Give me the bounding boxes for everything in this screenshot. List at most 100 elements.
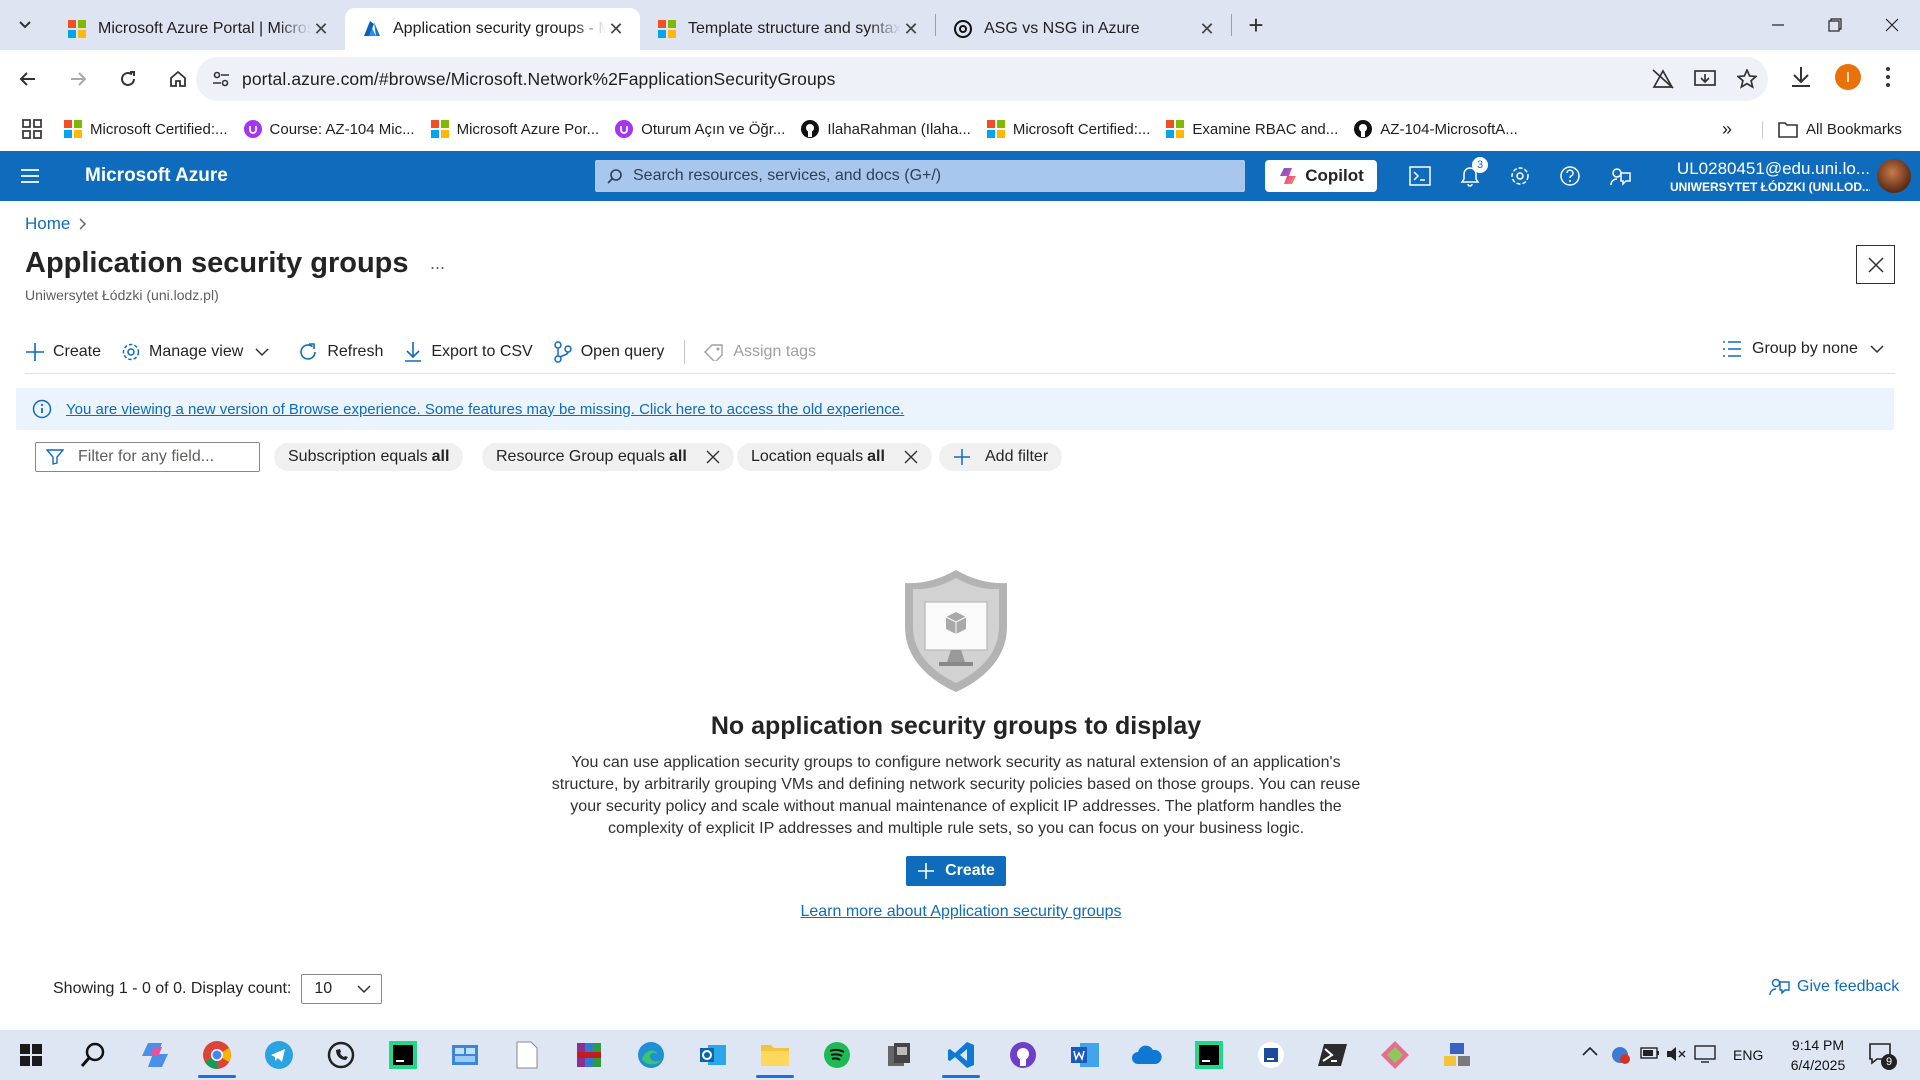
refresh-command[interactable]: Refresh bbox=[297, 341, 383, 363]
assign-tags-command[interactable]: Assign tags bbox=[703, 343, 816, 361]
cloud-shell-icon[interactable] bbox=[1407, 163, 1433, 189]
browser-tab[interactable]: Template structure and syntax - Azure ✕ bbox=[640, 8, 935, 50]
clock[interactable]: 9:14 PM 6/4/2025 bbox=[1782, 1035, 1854, 1075]
give-feedback-link[interactable]: Give feedback bbox=[1769, 977, 1899, 997]
restore-button[interactable] bbox=[1806, 0, 1863, 50]
close-tab-icon[interactable]: ✕ bbox=[606, 19, 626, 39]
start-icon[interactable] bbox=[0, 1030, 62, 1080]
old-experience-link[interactable]: You are viewing a new version of Browse … bbox=[66, 401, 904, 418]
intellij-icon[interactable] bbox=[1240, 1030, 1302, 1080]
search-icon[interactable] bbox=[62, 1030, 124, 1080]
show-hidden-icons[interactable] bbox=[1582, 1046, 1598, 1056]
location-filter-pill[interactable]: Location equals all bbox=[737, 443, 932, 471]
minimize-button[interactable] bbox=[1749, 0, 1806, 50]
group-by-dropdown[interactable]: Group by none bbox=[1722, 340, 1884, 358]
site-info-icon[interactable] bbox=[212, 70, 230, 88]
create-command[interactable]: Create bbox=[25, 342, 101, 362]
all-bookmarks-button[interactable]: All Bookmarks bbox=[1770, 113, 1910, 145]
display-icon[interactable] bbox=[1694, 1045, 1716, 1063]
browser-tab[interactable]: ASG vs NSG in Azure ✕ bbox=[936, 8, 1231, 50]
user-avatar[interactable] bbox=[1877, 159, 1911, 193]
close-tab-icon[interactable]: ✕ bbox=[901, 19, 921, 39]
url-field[interactable]: portal.azure.com/#browse/Microsoft.Netwo… bbox=[196, 57, 1768, 101]
winrar-icon[interactable] bbox=[558, 1030, 620, 1080]
copilot-button[interactable]: Copilot bbox=[1265, 160, 1377, 192]
browser-tab[interactable]: Microsoft Azure Portal | Microsoft ✕ bbox=[50, 8, 345, 50]
apps-grid-icon[interactable] bbox=[0, 113, 56, 145]
edge-icon[interactable] bbox=[620, 1030, 682, 1080]
vscode-icon[interactable] bbox=[930, 1030, 992, 1080]
create-asg-button[interactable]: Create bbox=[906, 856, 1006, 886]
control-panel-icon[interactable] bbox=[434, 1030, 496, 1080]
chrome-icon[interactable] bbox=[186, 1030, 248, 1080]
battery-icon[interactable] bbox=[1640, 1046, 1660, 1060]
whatsapp-icon[interactable] bbox=[310, 1030, 372, 1080]
telegram-icon[interactable] bbox=[248, 1030, 310, 1080]
reload-button[interactable] bbox=[106, 57, 150, 101]
bookmark-item[interactable]: Course: AZ-104 Mic... bbox=[236, 113, 423, 145]
profile-avatar[interactable]: I bbox=[1835, 64, 1861, 90]
outlook-icon[interactable] bbox=[682, 1030, 744, 1080]
close-tab-icon[interactable]: ✕ bbox=[1197, 19, 1217, 39]
browser-menu-icon[interactable] bbox=[1884, 66, 1892, 88]
feedback-icon[interactable] bbox=[1607, 163, 1633, 189]
bookmark-star-icon[interactable] bbox=[1726, 69, 1768, 89]
bookmark-item[interactable]: Microsoft Certified:... bbox=[56, 113, 236, 145]
bookmark-item[interactable]: Microsoft Certified:... bbox=[979, 113, 1159, 145]
close-tab-icon[interactable]: ✕ bbox=[311, 19, 331, 39]
tab-search-button[interactable] bbox=[0, 0, 50, 50]
filter-input[interactable]: Filter for any field... bbox=[35, 442, 260, 472]
help-icon[interactable] bbox=[1557, 163, 1583, 189]
new-tab-button[interactable]: + bbox=[1236, 5, 1276, 45]
network-icon[interactable] bbox=[1426, 1030, 1488, 1080]
antivirus-tray-icon[interactable] bbox=[1610, 1045, 1630, 1065]
clion-icon[interactable] bbox=[372, 1030, 434, 1080]
bookmark-item[interactable]: Examine RBAC and... bbox=[1158, 113, 1346, 145]
task-manager-icon[interactable] bbox=[868, 1030, 930, 1080]
remove-filter-icon[interactable] bbox=[904, 450, 918, 464]
file-explorer-icon[interactable] bbox=[744, 1030, 806, 1080]
resource-group-filter-pill[interactable]: Resource Group equals all bbox=[482, 443, 734, 471]
home-button[interactable] bbox=[156, 57, 200, 101]
word-icon[interactable] bbox=[1054, 1030, 1116, 1080]
onedrive-icon[interactable] bbox=[1116, 1030, 1178, 1080]
close-blade-button[interactable] bbox=[1856, 245, 1895, 284]
file-icon[interactable] bbox=[496, 1030, 558, 1080]
bookmark-item[interactable]: Oturum Açın ve Öğr... bbox=[607, 113, 793, 145]
back-button[interactable] bbox=[6, 57, 50, 101]
learn-more-link[interactable]: Learn more about Application security gr… bbox=[0, 903, 1912, 921]
pycharm-icon[interactable] bbox=[1178, 1030, 1240, 1080]
notification-center-icon[interactable]: 9 bbox=[1868, 1042, 1897, 1070]
copilot-icon[interactable] bbox=[124, 1030, 186, 1080]
downloads-icon[interactable] bbox=[1788, 64, 1814, 90]
breadcrumb-home-link[interactable]: Home bbox=[25, 214, 70, 234]
bookmark-item[interactable]: Microsoft Azure Por... bbox=[423, 113, 608, 145]
add-filter-button[interactable]: Add filter bbox=[939, 443, 1063, 471]
settings-gear-icon[interactable] bbox=[1507, 163, 1533, 189]
bookmark-item[interactable]: IlahaRahman (Ilaha... bbox=[793, 113, 978, 145]
spotify-icon[interactable] bbox=[806, 1030, 868, 1080]
bookmark-item[interactable]: AZ-104-MicrosoftA... bbox=[1346, 113, 1526, 145]
azure-brand[interactable]: Microsoft Azure bbox=[85, 165, 228, 187]
remove-filter-icon[interactable] bbox=[706, 450, 720, 464]
tracking-blocked-icon[interactable] bbox=[1642, 69, 1684, 89]
forward-button[interactable] bbox=[56, 57, 100, 101]
close-window-button[interactable] bbox=[1863, 0, 1920, 50]
more-options-button[interactable]: ... bbox=[430, 253, 445, 274]
git-icon[interactable] bbox=[1364, 1030, 1426, 1080]
display-count-select[interactable]: 10 bbox=[301, 974, 383, 1004]
language-indicator[interactable]: ENG bbox=[1733, 1047, 1763, 1063]
export-csv-command[interactable]: Export to CSV bbox=[403, 341, 533, 363]
hamburger-menu-icon[interactable] bbox=[20, 167, 40, 185]
manage-view-command[interactable]: Manage view bbox=[121, 342, 277, 362]
volume-muted-icon[interactable] bbox=[1666, 1045, 1686, 1063]
github-desktop-icon[interactable] bbox=[992, 1030, 1054, 1080]
browser-tab-active[interactable]: Application security groups - Microsoft … bbox=[345, 8, 640, 50]
open-query-command[interactable]: Open query bbox=[553, 341, 664, 363]
notifications-bell-icon[interactable]: 3 bbox=[1457, 157, 1488, 189]
install-app-icon[interactable] bbox=[1684, 69, 1726, 89]
subscription-filter-pill[interactable]: Subscription equals all bbox=[274, 443, 464, 471]
global-search-input[interactable]: Search resources, services, and docs (G+… bbox=[595, 160, 1245, 192]
more-bookmarks-icon[interactable]: » bbox=[1714, 113, 1740, 145]
powershell-icon[interactable] bbox=[1302, 1030, 1364, 1080]
